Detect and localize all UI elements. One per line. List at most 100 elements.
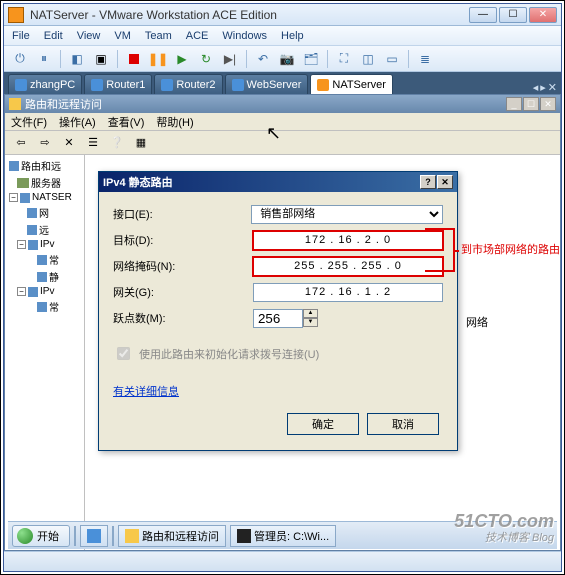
replay-icon[interactable]: ↻ bbox=[196, 49, 216, 69]
record-icon[interactable] bbox=[124, 49, 144, 69]
suspend-icon[interactable]: ⏸ bbox=[34, 49, 54, 69]
mask-ip-field[interactable]: 255 . 255 . 255 . 0 bbox=[253, 257, 443, 276]
menu-help[interactable]: Help bbox=[281, 30, 304, 42]
vmware-app-icon bbox=[8, 7, 24, 23]
interface-select[interactable]: 销售部网络 bbox=[251, 205, 443, 224]
tree-node[interactable]: 远 bbox=[7, 221, 82, 238]
gateway-label: 网关(G): bbox=[113, 284, 253, 300]
minimize-button[interactable]: — bbox=[469, 7, 497, 23]
dialog-close-button[interactable]: ✕ bbox=[437, 175, 453, 189]
vm-icon bbox=[161, 79, 173, 91]
back-icon[interactable]: ⇦ bbox=[11, 133, 31, 153]
maximize-button[interactable]: ☐ bbox=[499, 7, 527, 23]
tree-ipv4[interactable]: −IPv bbox=[7, 238, 82, 251]
mask-label: 网络掩码(N): bbox=[113, 258, 253, 274]
menu-ace[interactable]: ACE bbox=[186, 30, 209, 42]
take-snap-icon[interactable]: 📷 bbox=[277, 49, 297, 69]
menu-edit[interactable]: Edit bbox=[44, 30, 63, 42]
unity-icon[interactable]: ◫ bbox=[358, 49, 378, 69]
routing-window-icon bbox=[9, 98, 21, 110]
refresh-icon[interactable]: ❔ bbox=[107, 133, 127, 153]
snapshot-icon[interactable]: ◧ bbox=[67, 49, 87, 69]
tab-label: NATServer bbox=[332, 79, 386, 91]
routing-menu-help[interactable]: 帮助(H) bbox=[156, 114, 193, 130]
tab-label: Router1 bbox=[106, 79, 145, 91]
routing-min-button[interactable]: _ bbox=[506, 97, 522, 111]
hops-spinner[interactable] bbox=[253, 309, 303, 328]
tree-node[interactable]: 网 bbox=[7, 204, 82, 221]
tab-label: Router2 bbox=[176, 79, 215, 91]
list-icon[interactable]: ▦ bbox=[131, 133, 151, 153]
tree-ipv6[interactable]: −IPv bbox=[7, 285, 82, 298]
routing-tree[interactable]: 路由和远 服务器 −NATSER 网 远 −IPv 常 静 −IPv 常 bbox=[5, 155, 85, 550]
summary-icon[interactable]: ≣ bbox=[415, 49, 435, 69]
tab-router1[interactable]: Router1 bbox=[84, 74, 152, 94]
close-button[interactable]: ✕ bbox=[529, 7, 557, 23]
spin-up-icon[interactable]: ▲ bbox=[303, 309, 318, 318]
tree-node[interactable]: 常 bbox=[7, 298, 82, 315]
manage-snap-icon[interactable]: 🗂 bbox=[301, 49, 321, 69]
play-icon[interactable]: ▶ bbox=[172, 49, 192, 69]
ok-button[interactable]: 确定 bbox=[287, 413, 359, 435]
static-route-dialog: IPv4 静态路由 ? ✕ 接口(E): 销售部网络 目标(D): 172 . … bbox=[98, 171, 458, 451]
routing-toolbar: ⇦ ⇨ ✕ ☰ ❔ ▦ bbox=[5, 131, 560, 155]
vmware-toolbar: ⏻ ⏸ ◧ ▣ ❚❚ ▶ ↻ ▶| ↶ 📷 🗂 ⛶ ◫ ▭ ≣ bbox=[4, 46, 561, 72]
tab-label: WebServer bbox=[247, 79, 302, 91]
fullscreen-icon[interactable]: ⛶ bbox=[334, 49, 354, 69]
quick-launch-icon[interactable] bbox=[80, 525, 108, 547]
gateway-ip-field[interactable]: 172 . 16 . 1 . 2 bbox=[253, 283, 443, 302]
watermark-sub: 技术博客 Blog bbox=[454, 532, 554, 544]
snapshot-mgr-icon[interactable]: ▣ bbox=[91, 49, 111, 69]
tab-router2[interactable]: Router2 bbox=[154, 74, 222, 94]
watermark: 51CTO.com 技术博客 Blog bbox=[454, 512, 554, 544]
tree-root[interactable]: 路由和远 bbox=[7, 157, 82, 174]
tree-natserver[interactable]: −NATSER bbox=[7, 191, 82, 204]
routing-menu-view[interactable]: 查看(V) bbox=[108, 114, 145, 130]
hops-label: 跃点数(M): bbox=[113, 310, 253, 326]
tab-close-icon[interactable]: ✕ bbox=[548, 81, 557, 94]
vmware-title-bar: NATServer - VMware Workstation ACE Editi… bbox=[4, 4, 561, 26]
routing-menu-file[interactable]: 文件(F) bbox=[11, 114, 47, 130]
routing-max-button[interactable]: ☐ bbox=[523, 97, 539, 111]
menu-file[interactable]: File bbox=[12, 30, 30, 42]
tree-node[interactable]: 静 bbox=[7, 268, 82, 285]
revert-icon[interactable]: ↶ bbox=[253, 49, 273, 69]
routing-menu-action[interactable]: 操作(A) bbox=[59, 114, 96, 130]
spin-down-icon[interactable]: ▼ bbox=[303, 318, 318, 327]
cancel-button[interactable]: 取消 bbox=[367, 413, 439, 435]
routing-close-button[interactable]: ✕ bbox=[540, 97, 556, 111]
more-info-link[interactable]: 有关详细信息 bbox=[113, 383, 179, 399]
tree-node[interactable]: 常 bbox=[7, 251, 82, 268]
tree-server-status[interactable]: 服务器 bbox=[7, 174, 82, 191]
menu-view[interactable]: View bbox=[77, 30, 101, 42]
vm-icon bbox=[91, 79, 103, 91]
tab-zhangpc[interactable]: zhangPC bbox=[8, 74, 82, 94]
taskbar-cmd-button[interactable]: 管理员: C:\Wi... bbox=[230, 525, 336, 547]
start-orb-icon bbox=[17, 528, 33, 544]
target-ip-field[interactable]: 172 . 16 . 2 . 0 bbox=[253, 231, 443, 250]
power-on-icon[interactable]: ⏻ bbox=[10, 49, 30, 69]
console-icon[interactable]: ▭ bbox=[382, 49, 402, 69]
tab-webserver[interactable]: WebServer bbox=[225, 74, 309, 94]
cmd-task-icon bbox=[237, 529, 251, 543]
annotation-text: 到市场部网络的路由 bbox=[461, 241, 560, 257]
routing-title: 路由和远程访问 bbox=[25, 96, 102, 112]
dial-checkbox bbox=[117, 347, 130, 360]
fwd-icon[interactable]: ⇨ bbox=[35, 133, 55, 153]
start-button[interactable]: 开始 bbox=[12, 525, 70, 547]
tab-scroll-left-icon[interactable]: ◂ bbox=[533, 81, 539, 94]
up-icon[interactable]: ✕ bbox=[59, 133, 79, 153]
dialog-help-button[interactable]: ? bbox=[420, 175, 436, 189]
dialog-body: 接口(E): 销售部网络 目标(D): 172 . 16 . 2 . 0 网络掩… bbox=[99, 192, 457, 447]
tab-scroll-right-icon[interactable]: ▸ bbox=[540, 81, 546, 94]
taskbar-routing-button[interactable]: 路由和远程访问 bbox=[118, 525, 226, 547]
routing-task-icon bbox=[125, 529, 139, 543]
pause-icon[interactable]: ❚❚ bbox=[148, 49, 168, 69]
properties-icon[interactable]: ☰ bbox=[83, 133, 103, 153]
menu-vm[interactable]: VM bbox=[114, 30, 131, 42]
routing-title-bar: 路由和远程访问 _ ☐ ✕ bbox=[5, 95, 560, 113]
menu-team[interactable]: Team bbox=[145, 30, 172, 42]
menu-windows[interactable]: Windows bbox=[222, 30, 267, 42]
stop-icon[interactable]: ▶| bbox=[220, 49, 240, 69]
tab-natserver[interactable]: NATServer bbox=[310, 74, 393, 94]
